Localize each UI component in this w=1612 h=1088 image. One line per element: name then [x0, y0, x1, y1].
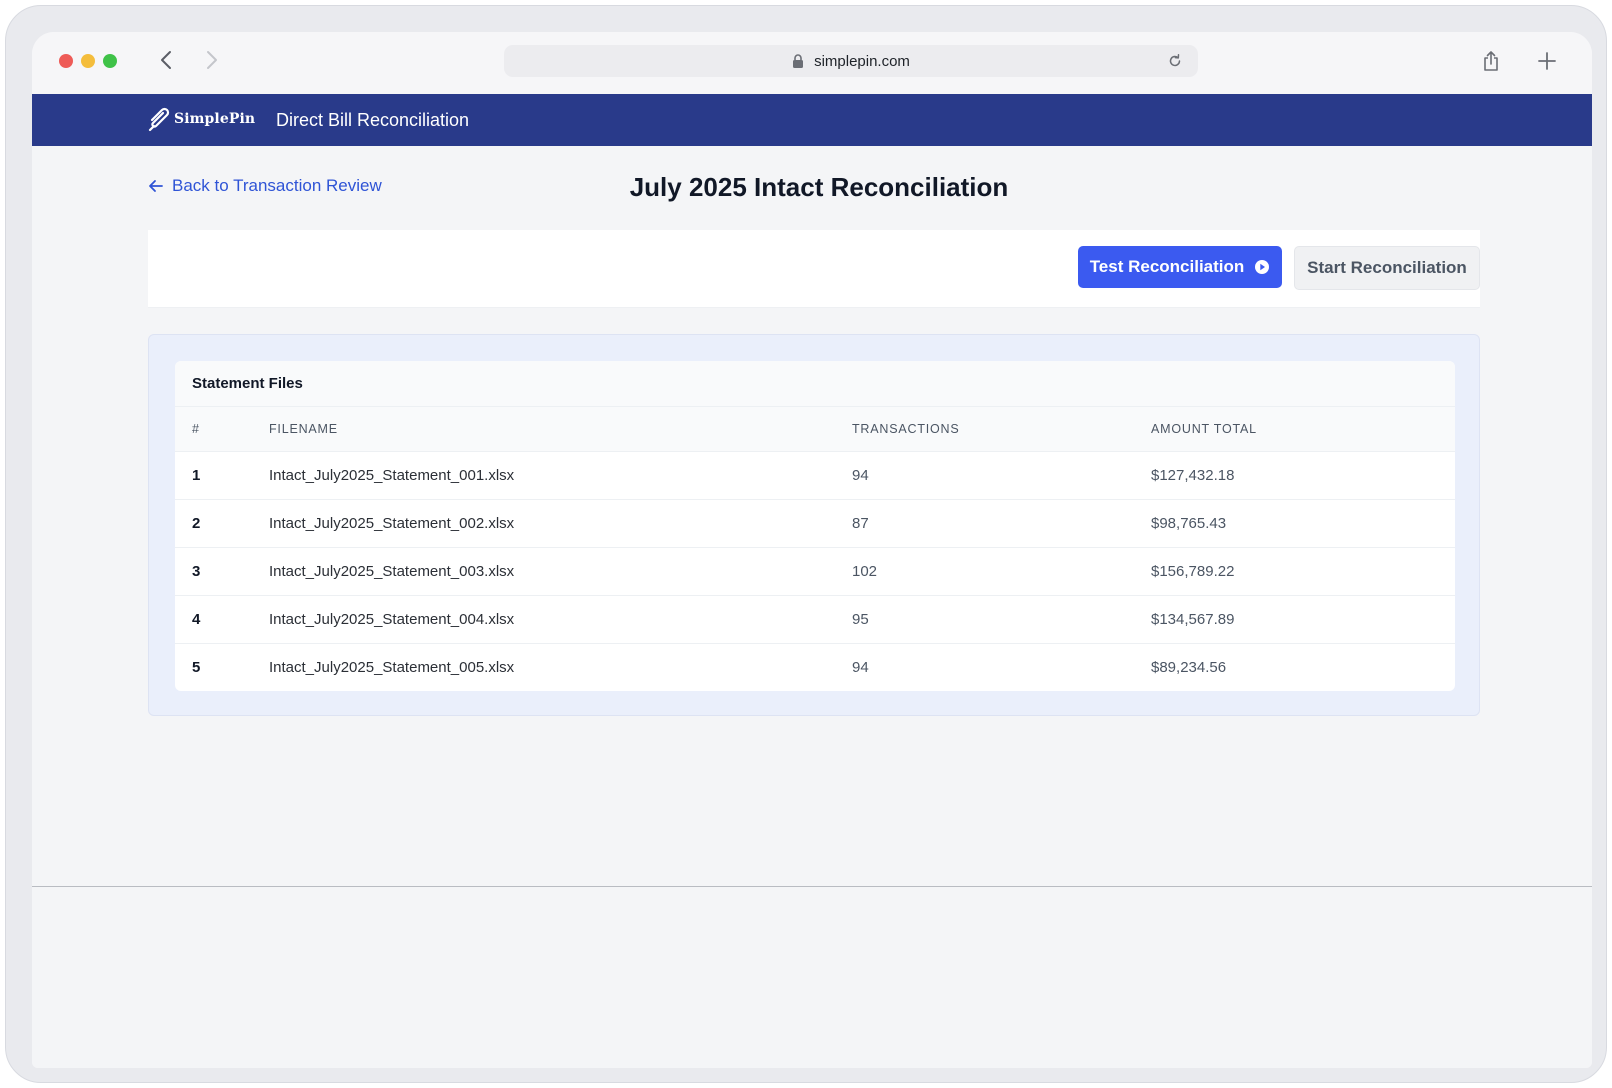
statement-files-table: # FILENAME TRANSACTIONS AMOUNT TOTAL 1 I…: [175, 407, 1455, 691]
share-button[interactable]: [1476, 46, 1506, 76]
column-header-amount-total: AMOUNT TOTAL: [1151, 407, 1455, 452]
test-reconciliation-button[interactable]: Test Reconciliation: [1078, 246, 1282, 288]
test-reconciliation-label: Test Reconciliation: [1089, 257, 1245, 276]
url-text: simplepin.com: [814, 52, 910, 70]
lock-icon: [793, 53, 804, 68]
action-toolbar: Test Reconciliation Start Reconciliation: [148, 230, 1480, 308]
zoom-window-button[interactable]: [103, 54, 117, 68]
row-transactions: 95: [852, 595, 1151, 644]
statement-files-title: Statement Files: [175, 361, 1455, 407]
row-number: 2: [175, 499, 269, 548]
row-transactions: 87: [852, 499, 1151, 548]
row-filename: Intact_July2025_Statement_001.xlsx: [269, 451, 852, 500]
browser-back-button[interactable]: [150, 44, 182, 76]
statement-files-panel: Statement Files # FILENAME TRANSACTIONS …: [148, 334, 1480, 716]
browser-forward-button[interactable]: [196, 44, 228, 76]
row-filename: Intact_July2025_Statement_002.xlsx: [269, 499, 852, 548]
row-filename: Intact_July2025_Statement_003.xlsx: [269, 547, 852, 596]
column-header-transactions: TRANSACTIONS: [852, 407, 1151, 452]
row-number: 3: [175, 547, 269, 596]
play-circle-icon: [1255, 260, 1270, 274]
table-row[interactable]: 3 Intact_July2025_Statement_003.xlsx 102…: [175, 547, 1455, 596]
row-filename: Intact_July2025_Statement_004.xlsx: [269, 595, 852, 644]
row-transactions: 94: [852, 658, 869, 676]
minimize-window-button[interactable]: [81, 54, 95, 68]
app-title: Direct Bill Reconciliation: [276, 110, 470, 130]
simplepin-logo-icon: [148, 107, 170, 132]
column-header-number: #: [175, 407, 269, 452]
page-content: Back to Transaction Review July 2025 Int…: [32, 146, 1592, 886]
row-amount-total: $98,765.43: [1151, 499, 1455, 548]
reload-icon[interactable]: [1166, 52, 1184, 70]
page-title: July 2025 Intact Reconciliation: [629, 172, 1009, 202]
row-amount-total: $156,789.22: [1151, 547, 1455, 596]
row-number: 1: [175, 451, 269, 500]
column-header-filename: FILENAME: [269, 407, 852, 452]
new-tab-button[interactable]: [1532, 46, 1562, 76]
close-window-button[interactable]: [59, 54, 73, 68]
row-amount-total: $134,567.89: [1151, 595, 1455, 644]
row-transactions: 102: [852, 547, 1151, 596]
table-row[interactable]: 5 Intact_July2025_Statement_005.xlsx 94 …: [175, 643, 1455, 691]
table-row[interactable]: 1 Intact_July2025_Statement_001.xlsx 94 …: [175, 451, 1455, 500]
page-footer-area: [32, 887, 1592, 1068]
plus-icon: [1538, 52, 1556, 70]
browser-window: simplepin.com SimplePin Direct Bill Reco…: [32, 32, 1592, 1068]
row-amount-total: $127,432.18: [1151, 451, 1455, 500]
start-reconciliation-button[interactable]: Start Reconciliation: [1294, 246, 1480, 290]
chevron-right-icon: [207, 51, 217, 69]
logo-text: SimplePin: [174, 111, 256, 127]
table-header-row: # FILENAME TRANSACTIONS AMOUNT TOTAL: [175, 407, 1455, 452]
simplepin-logo[interactable]: SimplePin: [148, 106, 255, 132]
row-number: 5: [192, 658, 201, 676]
table-row[interactable]: 2 Intact_July2025_Statement_002.xlsx 87 …: [175, 499, 1455, 548]
start-reconciliation-label: Start Reconciliation: [1307, 258, 1467, 277]
row-filename: Intact_July2025_Statement_005.xlsx: [269, 658, 515, 676]
browser-toolbar: simplepin.com: [32, 32, 1592, 94]
share-icon: [1484, 51, 1498, 71]
app-header: SimplePin Direct Bill Reconciliation: [32, 94, 1592, 146]
device-frame: simplepin.com SimplePin Direct Bill Reco…: [5, 5, 1607, 1083]
chevron-left-icon: [161, 51, 171, 69]
row-number: 4: [175, 595, 269, 644]
row-transactions: 94: [852, 451, 1151, 500]
table-row[interactable]: 4 Intact_July2025_Statement_004.xlsx 95 …: [175, 595, 1455, 644]
statement-files-card: Statement Files # FILENAME TRANSACTIONS …: [175, 361, 1455, 691]
row-amount-total: $89,234.56: [1151, 658, 1227, 676]
address-bar[interactable]: simplepin.com: [504, 45, 1198, 77]
